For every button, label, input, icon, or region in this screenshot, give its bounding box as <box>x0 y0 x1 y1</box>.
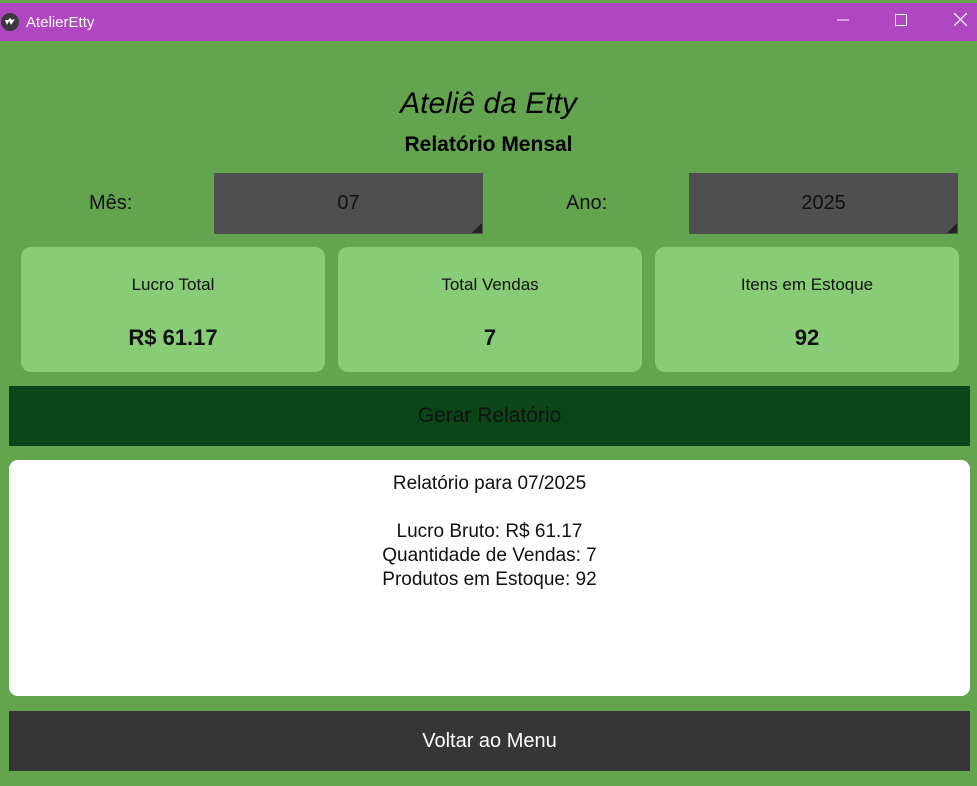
sales-card: Total Vendas 7 <box>338 247 642 372</box>
generate-report-label: Gerar Relatório <box>417 404 562 427</box>
back-to-menu-label: Voltar ao Menu <box>422 729 557 752</box>
dropdown-corner-icon <box>947 223 957 233</box>
month-value: 07 <box>337 192 360 214</box>
card-label: Lucro Total <box>131 275 215 294</box>
back-to-menu-button[interactable]: Voltar ao Menu <box>9 711 970 771</box>
report-line: Quantidade de Vendas: 7 <box>382 545 597 566</box>
close-button[interactable] <box>936 3 977 41</box>
month-label: Mês: <box>89 192 133 214</box>
close-icon <box>953 12 967 31</box>
app-heading: Ateliê da Etty <box>400 87 577 120</box>
title-bar: AtelierEtty <box>0 3 977 41</box>
minimize-button[interactable] <box>819 3 867 41</box>
kivy-logo-icon <box>1 13 19 31</box>
card-value: 7 <box>483 325 497 350</box>
generate-report-button[interactable]: Gerar Relatório <box>9 386 970 446</box>
profit-card: Lucro Total R$ 61.17 <box>21 247 325 372</box>
report-line: Lucro Bruto: R$ 61.17 <box>396 521 583 542</box>
minimize-icon <box>837 13 849 31</box>
year-spinner[interactable]: 2025 <box>689 173 958 234</box>
app-window: AtelierEtty Ateliê da Etty Relatório Men… <box>0 0 977 786</box>
maximize-button[interactable] <box>877 3 925 41</box>
month-spinner[interactable]: 07 <box>214 173 483 234</box>
dropdown-corner-icon <box>472 223 482 233</box>
report-line: Produtos em Estoque: 92 <box>382 569 597 590</box>
year-value: 2025 <box>801 192 846 214</box>
maximize-icon <box>895 13 907 31</box>
stock-card: Itens em Estoque 92 <box>655 247 959 372</box>
card-label: Total Vendas <box>441 275 539 294</box>
report-title: Relatório para 07/2025 <box>392 473 587 494</box>
report-output: Relatório para 07/2025 Lucro Bruto: R$ 6… <box>9 460 970 696</box>
report-body: Lucro Bruto: R$ 61.17 Quantidade de Vend… <box>9 520 970 592</box>
card-label: Itens em Estoque <box>740 275 874 294</box>
card-value: R$ 61.17 <box>128 325 218 350</box>
card-value: 92 <box>794 325 820 350</box>
window-title: AtelierEtty <box>26 14 95 31</box>
page-title: Relatório Mensal <box>404 133 573 156</box>
year-label: Ano: <box>566 192 608 214</box>
